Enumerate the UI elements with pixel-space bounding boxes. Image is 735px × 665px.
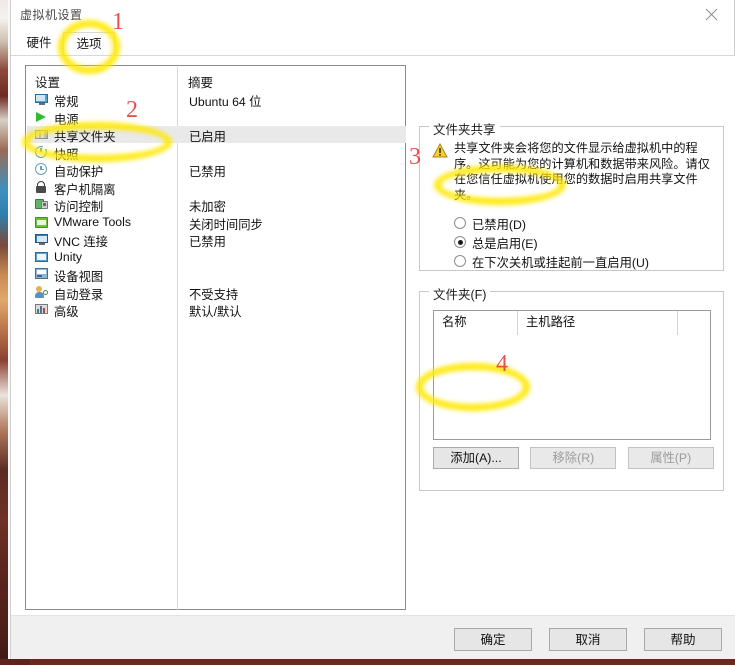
settings-row-label: VNC 连接	[54, 235, 108, 249]
settings-row-shared-folders[interactable]: 共享文件夹 已启用	[27, 126, 406, 144]
vmware-tools-icon	[35, 216, 49, 229]
radio-label: 在下次关机或挂起前一直启用(U)	[472, 256, 649, 270]
folders-legend: 文件夹(F)	[429, 284, 491, 303]
settings-row-label: 自动登录	[54, 287, 104, 302]
user-icon	[35, 285, 49, 299]
settings-row-summary: 已启用	[189, 130, 226, 144]
settings-row-summary: Ubuntu 64 位	[189, 95, 262, 109]
settings-row-label: VMware Tools	[54, 214, 131, 229]
settings-row-power[interactable]: 电源	[27, 109, 406, 127]
warning-triangle-icon	[432, 142, 448, 158]
window-title: 虚拟机设置	[20, 8, 83, 22]
settings-row-label: 常规	[54, 95, 79, 109]
screenshot-root: 虚拟机设置 硬件 选项 设置 摘要 常规 Ubuntu 64 位 电源 共享文件…	[0, 0, 735, 665]
settings-row-device-view[interactable]: 设备视图	[27, 266, 406, 284]
folder-properties-button: 属性(P)	[627, 447, 714, 469]
radio-button[interactable]	[454, 255, 466, 267]
column-header-name[interactable]: 名称	[434, 311, 518, 335]
camera-icon	[35, 145, 49, 159]
play-icon	[35, 111, 49, 124]
annotation-number-2: 2	[126, 97, 138, 123]
tab-options[interactable]: 选项	[63, 32, 115, 56]
settings-row-label: 快照	[54, 147, 79, 162]
settings-row-advanced[interactable]: 高级 默认/默认	[27, 301, 406, 319]
close-icon[interactable]	[689, 0, 734, 29]
folder-sharing-legend: 文件夹共享	[429, 119, 500, 138]
settings-row-access-control[interactable]: 访问控制 未加密	[27, 196, 406, 214]
desktop-bottom-band-inner	[30, 659, 735, 665]
settings-row-label: 电源	[54, 112, 79, 127]
folders-group: 文件夹(F) 名称 主机路径 添加(A)... 移除(R) 属性(P)	[419, 284, 724, 491]
device-view-icon	[35, 268, 49, 281]
folders-listbox[interactable]: 名称 主机路径	[433, 310, 711, 440]
options-panel: 设置 摘要 常规 Ubuntu 64 位 电源 共享文件夹 已启用 快照 自动保…	[11, 56, 735, 615]
settings-column-header: 设置	[35, 76, 61, 90]
remove-folder-button: 移除(R)	[530, 447, 617, 469]
settings-row-summary: 已禁用	[189, 235, 226, 249]
settings-row-label: 自动保护	[54, 165, 104, 179]
column-header-extra[interactable]	[678, 311, 711, 335]
cancel-button[interactable]: 取消	[549, 628, 627, 651]
dialog-footer: 确定 取消 帮助	[11, 615, 735, 659]
folder-icon	[35, 128, 49, 141]
desktop-background-strip	[0, 0, 8, 665]
settings-row-guest-isolation[interactable]: 客户机隔离	[27, 179, 406, 197]
radio-button[interactable]	[454, 236, 466, 248]
settings-row-summary: 不受支持	[189, 287, 239, 302]
settings-row-label: 共享文件夹	[54, 130, 116, 144]
settings-row-general[interactable]: 常规 Ubuntu 64 位	[27, 91, 406, 109]
vm-settings-dialog: 虚拟机设置 硬件 选项 设置 摘要 常规 Ubuntu 64 位 电源 共享文件…	[10, 0, 735, 659]
tab-hardware[interactable]: 硬件	[15, 32, 63, 56]
folders-table-header: 名称 主机路径	[434, 311, 710, 335]
clock-icon	[35, 163, 49, 176]
settings-list[interactable]: 设置 摘要 常规 Ubuntu 64 位 电源 共享文件夹 已启用 快照 自动保…	[25, 65, 406, 610]
annotation-number-1: 1	[112, 9, 124, 35]
radio-label: 已禁用(D)	[472, 218, 526, 232]
settings-row-summary: 默认/默认	[189, 305, 242, 319]
settings-row-label: 设备视图	[54, 270, 104, 284]
settings-row-label: Unity	[54, 249, 83, 264]
add-folder-button[interactable]: 添加(A)...	[433, 447, 519, 469]
advanced-icon	[35, 303, 49, 316]
settings-row-auto-login[interactable]: 自动登录 不受支持	[27, 284, 406, 302]
settings-row-autoprotect[interactable]: 自动保护 已禁用	[27, 161, 406, 179]
help-button[interactable]: 帮助	[644, 628, 722, 651]
settings-row-vmware-tools[interactable]: VMware Tools 关闭时间同步	[27, 214, 406, 232]
vnc-icon	[35, 233, 49, 246]
annotation-number-4: 4	[496, 351, 508, 377]
shield-lock-icon	[35, 198, 49, 211]
settings-row-summary: 已禁用	[189, 165, 226, 179]
settings-row-snapshot[interactable]: 快照	[27, 144, 406, 162]
folder-sharing-group: 文件夹共享 共享文件夹会将您的文件显示给虚拟机中的程序。这可能为您的计算机和数据…	[419, 119, 724, 271]
unity-icon	[35, 251, 49, 264]
settings-row-summary: 未加密	[189, 200, 226, 214]
settings-row-vnc[interactable]: VNC 连接 已禁用	[27, 231, 406, 249]
folders-button-row: 添加(A)... 移除(R) 属性(P)	[433, 447, 714, 469]
column-header-host-path[interactable]: 主机路径	[518, 311, 678, 335]
settings-row-label: 客户机隔离	[54, 182, 116, 197]
annotation-number-3: 3	[409, 144, 421, 170]
settings-row-unity[interactable]: Unity	[27, 249, 406, 266]
ok-button[interactable]: 确定	[454, 628, 532, 651]
radio-button[interactable]	[454, 217, 466, 229]
radio-label: 总是启用(E)	[472, 237, 538, 251]
folder-sharing-warning-text: 共享文件夹会将您的文件显示给虚拟机中的程序。这可能为您的计算机和数据带来风险。请…	[454, 141, 710, 202]
summary-column-header: 摘要	[188, 76, 214, 90]
monitor-icon	[35, 93, 49, 106]
settings-row-label: 高级	[54, 305, 79, 319]
settings-row-label: 访问控制	[54, 200, 104, 214]
settings-row-summary: 关闭时间同步	[189, 217, 263, 232]
lock-icon	[35, 180, 49, 194]
